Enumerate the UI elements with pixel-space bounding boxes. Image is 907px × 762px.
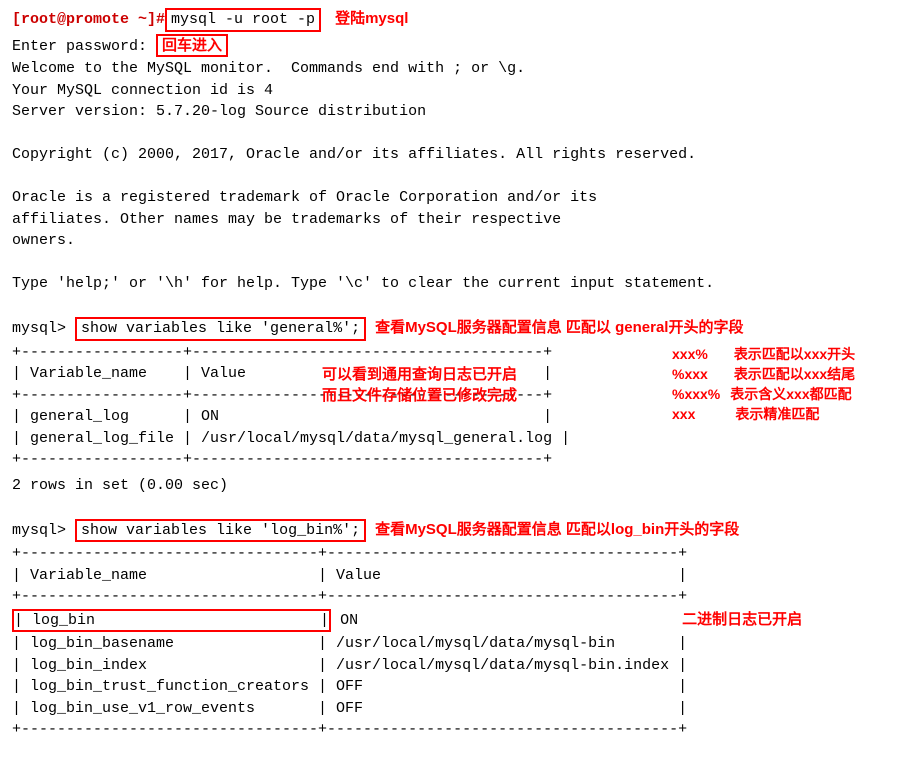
- anno-enter-box: 回车进入: [156, 34, 228, 58]
- query2-sql-box: show variables like 'log_bin%';: [75, 519, 366, 543]
- q1-detail1: 可以看到通用查询日志已开启: [322, 365, 517, 385]
- query1-sql-box: show variables like 'general%';: [75, 317, 366, 341]
- pn2a: %xxx: [672, 366, 708, 382]
- query2-anno: 查看MySQL服务器配置信息 匹配以log_bin开头的字段: [375, 521, 739, 538]
- q2-row1-cell1: | log_bin |: [14, 612, 329, 629]
- pn1a: xxx%: [672, 346, 708, 362]
- q1-sep-bot: +------------------+--------------------…: [12, 450, 895, 470]
- mysql-prompt-2: mysql>: [12, 522, 66, 539]
- q2-anno-detail: 二进制日志已开启: [682, 611, 802, 628]
- q2-header: | Variable_name | Value |: [12, 566, 895, 586]
- anno-enter-text: 回车进入: [162, 37, 222, 54]
- q1-row2: | general_log_file | /usr/local/mysql/da…: [12, 429, 895, 449]
- q2-row1-cell2: ON: [331, 612, 682, 629]
- shell-prompt: [root@promote ~]#: [12, 11, 165, 28]
- mysql-prompt-1: mysql>: [12, 320, 66, 337]
- query1-anno: 查看MySQL服务器配置信息 匹配以 general开头的字段: [375, 319, 743, 336]
- welcome-2: Your MySQL connection id is 4: [12, 81, 895, 101]
- q2-sep-mid: +---------------------------------+-----…: [12, 587, 895, 607]
- q1-center-anno: 可以看到通用查询日志已开启 而且文件存储位置已修改完成: [322, 365, 517, 408]
- pn1b: 表示匹配以xxx开头: [734, 346, 855, 362]
- enter-password-text: Enter password:: [12, 38, 147, 55]
- copyright: Copyright (c) 2000, 2017, Oracle and/or …: [12, 145, 895, 165]
- q2-row3: | log_bin_index | /usr/local/mysql/data/…: [12, 656, 895, 676]
- query2-line: mysql> show variables like 'log_bin%'; 查…: [12, 519, 895, 543]
- oracle-1: Oracle is a registered trademark of Orac…: [12, 188, 895, 208]
- line-enter-password: Enter password: 回车进入: [12, 34, 895, 58]
- cmd1-box: mysql -u root -p: [165, 8, 321, 32]
- q2-row1: | log_bin | ON 二进制日志已开启: [12, 609, 895, 633]
- pn3b: 表示含义xxx都匹配: [730, 386, 851, 402]
- query1-line: mysql> show variables like 'general%'; 查…: [12, 317, 895, 341]
- q2-sep-top: +---------------------------------+-----…: [12, 544, 895, 564]
- q1-footer: 2 rows in set (0.00 sec): [12, 476, 895, 496]
- anno-login: 登陆mysql: [335, 10, 408, 27]
- q2-row1-cell1-box: | log_bin |: [12, 609, 331, 633]
- query2-sql: show variables like 'log_bin%';: [81, 522, 360, 539]
- welcome-1: Welcome to the MySQL monitor. Commands e…: [12, 59, 895, 79]
- q2-row5: | log_bin_use_v1_row_events | OFF |: [12, 699, 895, 719]
- pn3a: %xxx%: [672, 386, 720, 402]
- pn2b: 表示匹配以xxx结尾: [734, 366, 855, 382]
- q2-sep-bot: +---------------------------------+-----…: [12, 720, 895, 740]
- pn4a: xxx: [672, 406, 695, 422]
- help-line: Type 'help;' or '\h' for help. Type '\c'…: [12, 274, 895, 294]
- q2-row2: | log_bin_basename | /usr/local/mysql/da…: [12, 634, 895, 654]
- line-prompt-1: [root@promote ~]# mysql -u root -p 登陆mysql: [12, 8, 895, 32]
- oracle-2: affiliates. Other names may be trademark…: [12, 210, 895, 230]
- query1-sql: show variables like 'general%';: [81, 320, 360, 337]
- oracle-3: owners.: [12, 231, 895, 251]
- q1-detail2: 而且文件存储位置已修改完成: [322, 386, 517, 406]
- pn4b: 表示精准匹配: [735, 406, 819, 422]
- q2-row4: | log_bin_trust_function_creators | OFF …: [12, 677, 895, 697]
- cmd1-text: mysql -u root -p: [171, 11, 315, 28]
- welcome-3: Server version: 5.7.20-log Source distri…: [12, 102, 895, 122]
- pattern-notes: xxx% 表示匹配以xxx开头 %xxx 表示匹配以xxx结尾 %xxx% 表示含义x…: [672, 345, 855, 426]
